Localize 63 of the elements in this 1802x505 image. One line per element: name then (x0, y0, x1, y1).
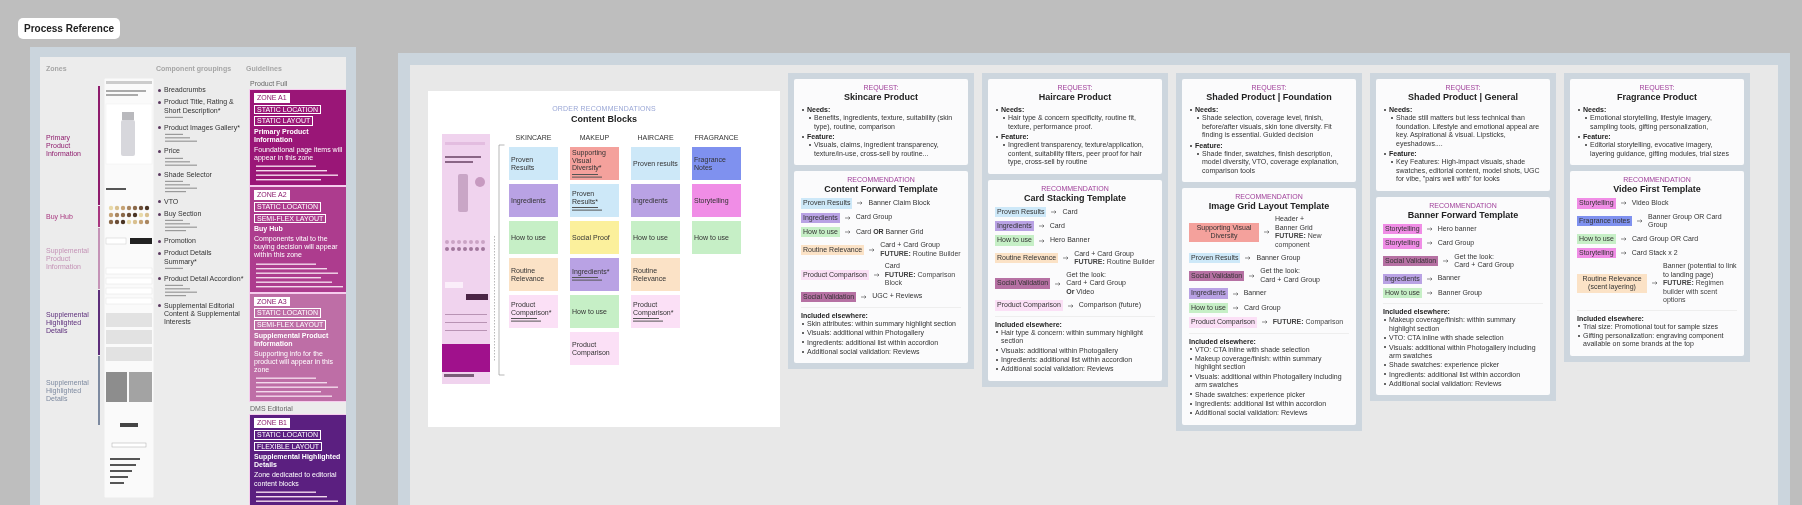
bullet-icon (158, 212, 161, 216)
bullet-icon (158, 200, 161, 204)
bullet-icon (158, 100, 161, 104)
card-title: Video First Template (1612, 184, 1702, 195)
card-title: Content Blocks (571, 114, 637, 124)
bullet-icon (158, 304, 161, 308)
arrow-icon (1637, 219, 1643, 224)
arrow-icon (1620, 251, 1627, 256)
note-lines-drawing (633, 318, 663, 323)
arrow-icon (861, 294, 868, 299)
arrow-icon (1233, 306, 1240, 311)
arrow-icon (1038, 224, 1045, 229)
sub-item-lines-drawing (165, 180, 197, 194)
arrow-icon (1245, 256, 1252, 261)
sub-item-lines-drawing (165, 156, 197, 167)
bullet-icon (158, 251, 161, 255)
bullet-icon (158, 126, 161, 130)
arrow-icon (873, 272, 880, 277)
bullet-icon (158, 239, 161, 243)
arrow-icon (1261, 320, 1268, 325)
arrow-icon (1249, 273, 1256, 278)
bullet-icon (158, 149, 161, 153)
arrow-icon (1426, 226, 1433, 231)
arrow-icon (1232, 291, 1239, 296)
arrow-icon (857, 201, 864, 206)
bullet-icon (158, 173, 161, 177)
card-title: Haircare Product (1037, 92, 1113, 102)
arrow-icon (1264, 230, 1270, 235)
arrow-icon (1443, 259, 1450, 264)
page-title: Process Reference (18, 18, 121, 39)
sub-item-lines-drawing (165, 284, 197, 298)
card-title: Image Grid Layout Template (1207, 201, 1331, 212)
arrow-icon (1621, 236, 1628, 241)
card-title: Skincare Product (843, 92, 919, 102)
card-title: Fragrance Product (1616, 92, 1698, 102)
note-lines-drawing (572, 207, 602, 212)
card-title: Content Forward Template (823, 184, 939, 195)
arrow-icon (845, 230, 852, 235)
card-title: Card Stacking Template (1023, 192, 1127, 203)
bullet-icon (158, 277, 161, 281)
note-lines-drawing (572, 174, 602, 179)
arrow-icon (1067, 303, 1074, 308)
arrow-icon (1652, 281, 1658, 286)
card-title: Shaded Product | Foundation (1205, 92, 1333, 102)
arrow-icon (1620, 201, 1627, 206)
arrow-icon (1063, 256, 1070, 261)
arrow-icon (1426, 241, 1433, 246)
card-title: Banner Forward Template (1406, 209, 1520, 220)
arrow-icon (869, 247, 876, 252)
sub-item-lines-drawing (165, 267, 183, 271)
note-lines-drawing (511, 318, 541, 323)
arrow-icon (1051, 209, 1058, 214)
note-lines-drawing (572, 277, 602, 282)
arrow-icon (1426, 276, 1433, 281)
sub-item-lines-drawing (165, 132, 197, 144)
arrow-icon (1039, 238, 1046, 243)
sub-item-lines-drawing (165, 116, 183, 120)
arrow-icon (844, 215, 851, 220)
sub-item-lines-drawing (165, 219, 197, 234)
arrow-icon (1055, 281, 1062, 286)
card-title: Shaded Product | General (1406, 92, 1519, 102)
arrow-icon (1427, 291, 1434, 296)
bullet-icon (158, 88, 161, 92)
